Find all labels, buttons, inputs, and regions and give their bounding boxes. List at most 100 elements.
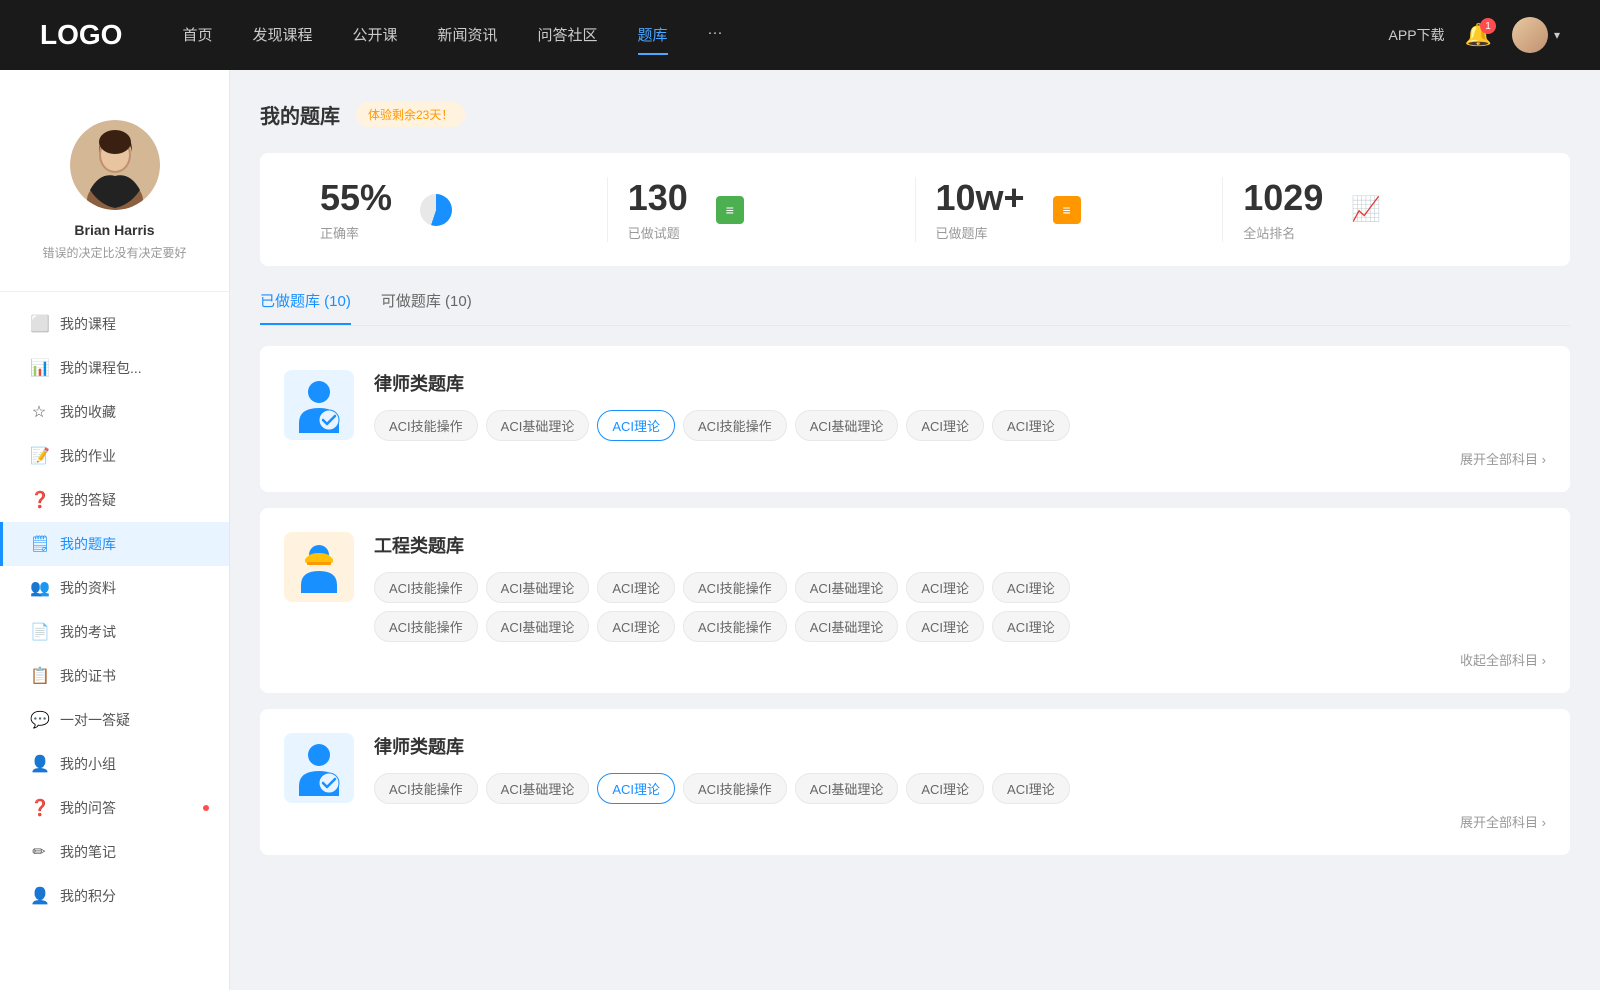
tag-2-7[interactable]: ACI技能操作 — [374, 611, 478, 642]
nav-qa[interactable]: 问答社区 — [538, 16, 598, 55]
qbank-card-engineer: 工程类题库 ACI技能操作 ACI基础理论 ACI理论 ACI技能操作 ACI基… — [260, 508, 1570, 693]
page-header: 我的题库 体验剩余23天！ — [260, 100, 1570, 129]
tag-2-1[interactable]: ACI基础理论 — [486, 572, 590, 603]
tag-2-9[interactable]: ACI理论 — [597, 611, 675, 642]
tag-1-0[interactable]: ACI技能操作 — [374, 410, 478, 441]
tabs: 已做题库 (10) 可做题库 (10) — [260, 290, 1570, 326]
nav-qbank[interactable]: 题库 — [638, 16, 668, 55]
tag-3-2[interactable]: ACI理论 — [597, 773, 675, 804]
certificate-icon: 📋 — [30, 666, 48, 686]
qbank-card-3-content: 律师类题库 ACI技能操作 ACI基础理论 ACI理论 ACI技能操作 ACI基… — [374, 733, 1546, 831]
tag-2-4[interactable]: ACI基础理论 — [795, 572, 899, 603]
tag-1-3[interactable]: ACI技能操作 — [683, 410, 787, 441]
stat-accuracy: 55% 正确率 — [300, 177, 608, 242]
stat-banks-content: 10w+ 已做题库 — [936, 177, 1025, 242]
sidebar-certificate-label: 我的证书 — [60, 666, 116, 686]
sidebar-item-qa-answer[interactable]: ❓ 我的答疑 — [0, 478, 229, 522]
sidebar-item-one-on-one[interactable]: 💬 一对一答疑 — [0, 698, 229, 742]
tag-2-3[interactable]: ACI技能操作 — [683, 572, 787, 603]
accuracy-pie-icon — [420, 194, 452, 226]
tab-available-banks[interactable]: 可做题库 (10) — [381, 290, 472, 325]
questions-doc-icon: ≡ — [716, 196, 744, 224]
tag-2-6[interactable]: ACI理论 — [992, 572, 1070, 603]
sidebar-item-questions[interactable]: ❓ 我的问答 — [0, 786, 229, 830]
tag-2-10[interactable]: ACI技能操作 — [683, 611, 787, 642]
qbank-card-2-content: 工程类题库 ACI技能操作 ACI基础理论 ACI理论 ACI技能操作 ACI基… — [374, 532, 1546, 669]
user-avatar-large — [70, 120, 160, 210]
qbank-card-1-content: 律师类题库 ACI技能操作 ACI基础理论 ACI理论 ACI技能操作 ACI基… — [374, 370, 1546, 468]
question-notification-dot — [203, 805, 209, 811]
tag-3-5[interactable]: ACI理论 — [906, 773, 984, 804]
tag-3-6[interactable]: ACI理论 — [992, 773, 1070, 804]
trial-badge: 体验剩余23天！ — [356, 102, 465, 127]
tag-1-4[interactable]: ACI基础理论 — [795, 410, 899, 441]
tag-3-1[interactable]: ACI基础理论 — [486, 773, 590, 804]
nav-discover[interactable]: 发现课程 — [252, 16, 312, 55]
sidebar-profile-label: 我的资料 — [60, 578, 116, 598]
tag-2-2[interactable]: ACI理论 — [597, 572, 675, 603]
expand-link-1[interactable]: 展开全部科目 › — [374, 449, 1546, 468]
profile-icon: 👥 — [30, 578, 48, 598]
tag-2-0[interactable]: ACI技能操作 — [374, 572, 478, 603]
tag-2-11[interactable]: ACI基础理论 — [795, 611, 899, 642]
logo: LOGO — [40, 19, 122, 51]
main-content: 我的题库 体验剩余23天！ 55% 正确率 130 已做试题 ≡ — [230, 70, 1600, 990]
stat-ranking-content: 1029 全站排名 — [1243, 177, 1323, 242]
expand-link-3[interactable]: 展开全部科目 › — [374, 812, 1546, 831]
qbank-card-lawyer-1: 律师类题库 ACI技能操作 ACI基础理论 ACI理论 ACI技能操作 ACI基… — [260, 346, 1570, 492]
header: LOGO 首页 发现课程 公开课 新闻资讯 问答社区 题库 ··· APP下载 … — [0, 0, 1600, 70]
nav-open-course[interactable]: 公开课 — [352, 16, 397, 55]
user-avatar — [1512, 17, 1548, 53]
tag-3-0[interactable]: ACI技能操作 — [374, 773, 478, 804]
stat-questions-content: 130 已做试题 — [628, 177, 688, 242]
sidebar-item-qbank[interactable]: 🗒 我的题库 — [0, 522, 229, 566]
sidebar-qbank-label: 我的题库 — [60, 534, 116, 554]
tag-2-13[interactable]: ACI理论 — [992, 611, 1070, 642]
tag-1-2[interactable]: ACI理论 — [597, 410, 675, 441]
app-download-link[interactable]: APP下载 — [1389, 25, 1445, 45]
stat-banks-done: 10w+ 已做题库 ≡ — [916, 177, 1224, 242]
sidebar-item-courses[interactable]: ⬜ 我的课程 — [0, 302, 229, 346]
stats-bar: 55% 正确率 130 已做试题 ≡ 10w+ 已做题库 ≡ — [260, 153, 1570, 266]
tags-row-2b: ACI技能操作 ACI基础理论 ACI理论 ACI技能操作 ACI基础理论 AC… — [374, 611, 1546, 642]
header-right: APP下载 🔔 1 ▾ — [1389, 17, 1560, 53]
points-icon: 👤 — [30, 886, 48, 906]
sidebar-item-certificate[interactable]: 📋 我的证书 — [0, 654, 229, 698]
nav-home[interactable]: 首页 — [182, 16, 212, 55]
tag-2-8[interactable]: ACI基础理论 — [486, 611, 590, 642]
sidebar-item-favorites[interactable]: ☆ 我的收藏 — [0, 390, 229, 434]
tab-done-banks[interactable]: 已做题库 (10) — [260, 290, 351, 325]
tag-1-6[interactable]: ACI理论 — [992, 410, 1070, 441]
tag-2-12[interactable]: ACI理论 — [906, 611, 984, 642]
sidebar-packages-label: 我的课程包... — [60, 358, 142, 378]
chevron-down-icon: ▾ — [1554, 28, 1560, 42]
sidebar-item-profile[interactable]: 👥 我的资料 — [0, 566, 229, 610]
sidebar-item-notes[interactable]: ✏ 我的笔记 — [0, 830, 229, 874]
stat-ranking: 1029 全站排名 📈 — [1223, 177, 1530, 242]
sidebar-item-exam[interactable]: 📄 我的考试 — [0, 610, 229, 654]
sidebar-item-course-packages[interactable]: 📊 我的课程包... — [0, 346, 229, 390]
tag-1-5[interactable]: ACI理论 — [906, 410, 984, 441]
main-layout: Brian Harris 错误的决定比没有决定要好 ⬜ 我的课程 📊 我的课程包… — [0, 0, 1600, 990]
accuracy-number: 55% — [320, 177, 392, 219]
user-menu[interactable]: ▾ — [1512, 17, 1560, 53]
collapse-link-2[interactable]: 收起全部科目 › — [374, 650, 1546, 669]
tag-1-1[interactable]: ACI基础理论 — [486, 410, 590, 441]
banks-number: 10w+ — [936, 177, 1025, 219]
tag-3-4[interactable]: ACI基础理论 — [795, 773, 899, 804]
sidebar-item-homework[interactable]: 📝 我的作业 — [0, 434, 229, 478]
notification-bell[interactable]: 🔔 1 — [1465, 22, 1492, 48]
sidebar-homework-label: 我的作业 — [60, 446, 116, 466]
tags-row-3: ACI技能操作 ACI基础理论 ACI理论 ACI技能操作 ACI基础理论 AC… — [374, 773, 1546, 804]
packages-icon: 📊 — [30, 358, 48, 378]
tag-2-5[interactable]: ACI理论 — [906, 572, 984, 603]
ranking-chart-icon: 📈 — [1351, 195, 1381, 224]
sidebar-item-group[interactable]: 👤 我的小组 — [0, 742, 229, 786]
nav-more[interactable]: ··· — [708, 16, 723, 55]
qbank-title-1: 律师类题库 — [374, 370, 1546, 396]
qa-icon: ❓ — [30, 490, 48, 510]
sidebar-item-points[interactable]: 👤 我的积分 — [0, 874, 229, 918]
sidebar-questions-label: 我的问答 — [60, 798, 116, 818]
nav-news[interactable]: 新闻资讯 — [438, 16, 498, 55]
tag-3-3[interactable]: ACI技能操作 — [683, 773, 787, 804]
